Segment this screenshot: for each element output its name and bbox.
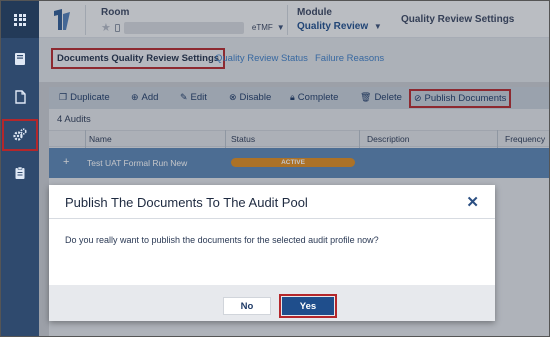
dialog-footer: No Yes (49, 285, 495, 321)
dialog-message: Do you really want to publish the docume… (65, 235, 379, 245)
close-icon[interactable]: ✕ (466, 193, 479, 211)
rail-item-clipboard[interactable] (1, 156, 39, 190)
publish-dialog: Publish The Documents To The Audit Pool … (49, 185, 495, 321)
rail-item-book[interactable] (1, 42, 39, 76)
apps-grid-icon (14, 13, 26, 26)
app-window: Room ★ eTMF ▼ Module Quality Review ▼ Qu… (0, 0, 550, 337)
rail-item-settings[interactable] (1, 118, 39, 152)
clipboard-icon (15, 166, 25, 179)
left-rail (1, 1, 39, 336)
gears-icon (13, 128, 27, 141)
no-button[interactable]: No (223, 297, 271, 315)
book-icon (15, 53, 25, 65)
apps-grid-button[interactable] (1, 1, 39, 38)
document-icon (15, 90, 26, 104)
dialog-title: Publish The Documents To The Audit Pool (65, 195, 308, 210)
yes-button[interactable]: Yes (279, 294, 337, 318)
dialog-divider (49, 218, 495, 219)
rail-item-document[interactable] (1, 80, 39, 114)
